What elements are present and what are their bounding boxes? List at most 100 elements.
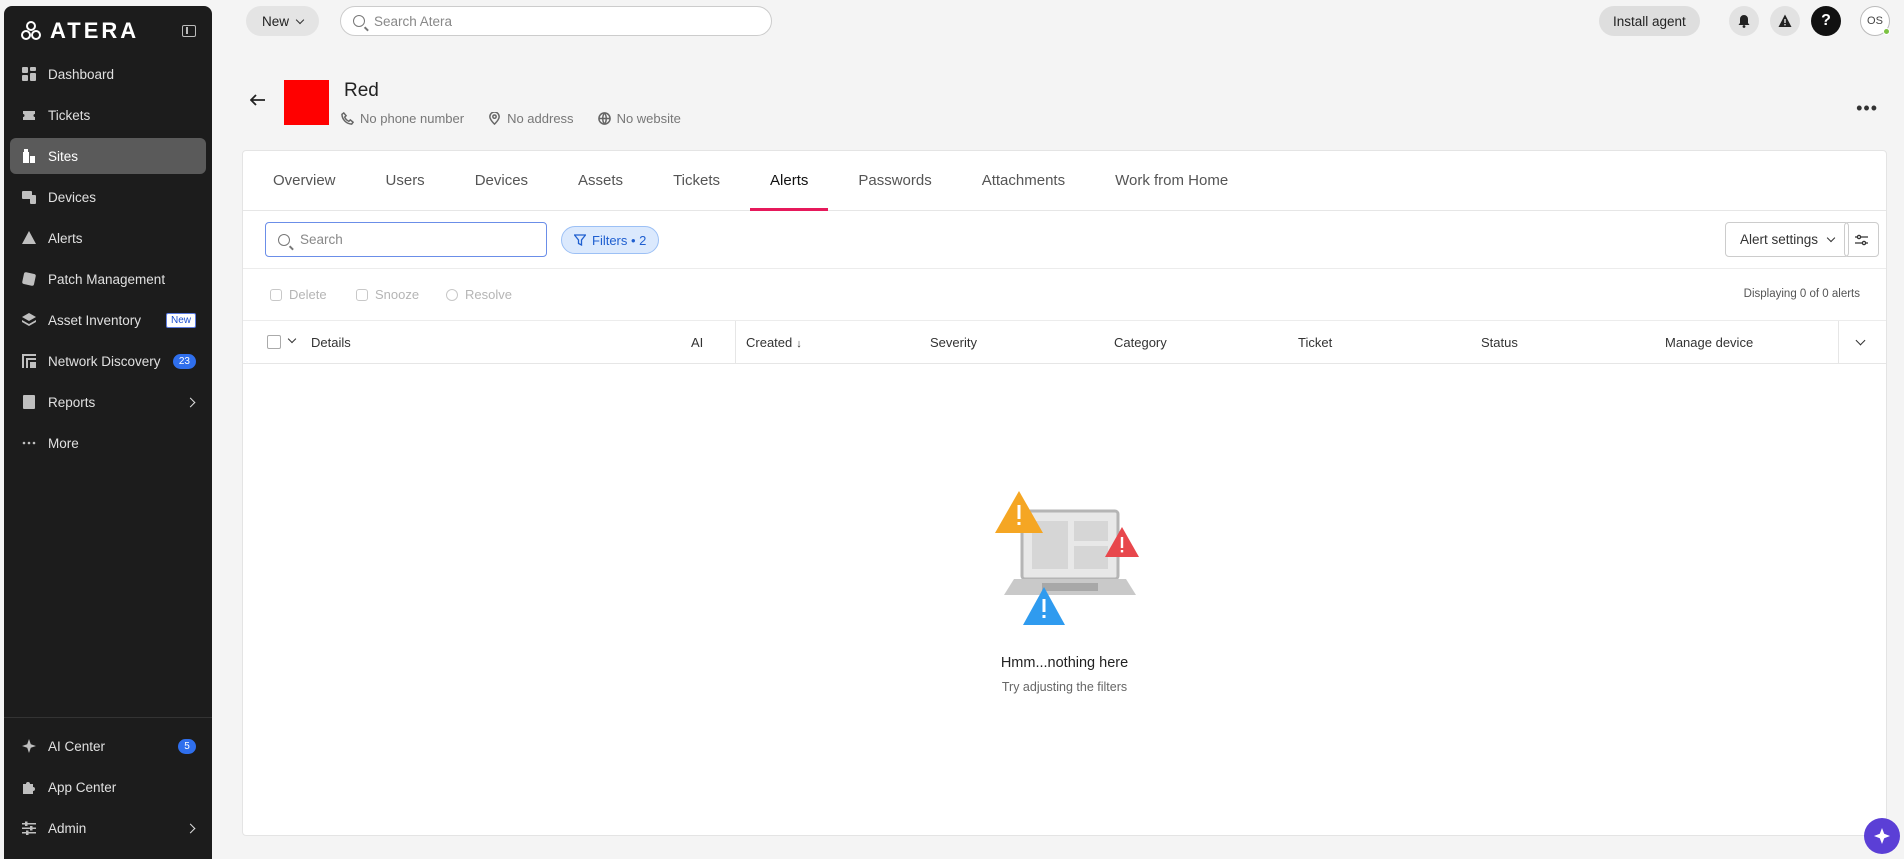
install-agent-button[interactable]: Install agent (1599, 6, 1700, 36)
count-badge: 5 (178, 738, 196, 754)
devices-icon (22, 190, 36, 204)
sidebar-item-sites[interactable]: Sites (10, 138, 206, 174)
bulk-actions-bar: Delete Snooze Resolve Displaying 0 of 0 … (243, 269, 1886, 321)
sidebar-item-patch-management[interactable]: Patch Management (10, 261, 206, 297)
sidebar-item-dashboard[interactable]: Dashboard (10, 56, 206, 92)
tab-attachments[interactable]: Attachments (962, 151, 1085, 210)
column-divider (1838, 321, 1839, 364)
sidebar-item-label: Dashboard (48, 66, 115, 82)
chevron-right-icon (185, 823, 196, 833)
phone-icon (341, 112, 354, 125)
alert-settings-label: Alert settings (1740, 232, 1819, 247)
tab-users[interactable]: Users (366, 151, 445, 210)
site-meta: No phone number No address No website (341, 111, 681, 126)
sidebar-item-admin[interactable]: Admin (10, 810, 206, 846)
tab-tickets[interactable]: Tickets (653, 151, 740, 210)
sidebar-item-ai-center[interactable]: AI Center 5 (10, 728, 206, 764)
column-details[interactable]: Details (311, 335, 351, 350)
column-created[interactable]: Created ↓ (746, 335, 802, 350)
sidebar-item-asset-inventory[interactable]: Asset Inventory New (10, 302, 206, 338)
globe-icon (597, 112, 611, 125)
select-all-checkbox[interactable] (267, 335, 281, 349)
tab-passwords[interactable]: Passwords (838, 151, 951, 210)
chevron-down-icon[interactable] (287, 334, 297, 344)
alert-settings-dropdown[interactable]: Alert settings (1725, 222, 1850, 257)
tab-devices[interactable]: Devices (455, 151, 548, 210)
sidebar-item-label: Tickets (48, 107, 91, 123)
tab-overview[interactable]: Overview (253, 151, 356, 210)
alert-icon (22, 231, 36, 245)
sidebar-item-tickets[interactable]: Tickets (10, 97, 206, 133)
empty-alerts-illustration (995, 491, 1139, 625)
atera-logo[interactable]: ATERA (20, 18, 139, 44)
column-ai[interactable]: AI (691, 335, 703, 350)
sort-desc-icon: ↓ (796, 338, 802, 350)
back-arrow-icon[interactable] (250, 94, 266, 106)
user-avatar[interactable]: OS (1860, 6, 1890, 36)
sidebar-item-label: AI Center (48, 738, 106, 754)
main-content: Red No phone number No address No websit… (220, 54, 1904, 859)
sidebar-item-label: App Center (48, 779, 117, 795)
sidebar-item-label: Alerts (48, 230, 83, 246)
warning-icon (1778, 14, 1792, 27)
site-phone: No phone number (341, 111, 464, 126)
snooze-action[interactable]: Snooze (356, 287, 419, 302)
ai-copilot-button[interactable] (1864, 818, 1900, 854)
help-button[interactable]: ? (1811, 6, 1841, 36)
sidebar-item-label: Reports (48, 394, 96, 410)
global-search-input[interactable]: Search Atera (340, 6, 772, 36)
filters-button[interactable]: Filters • 2 (561, 226, 660, 254)
sidebar-item-label: More (48, 435, 79, 451)
filter-icon (574, 234, 586, 246)
more-icon (22, 436, 36, 450)
system-alerts-button[interactable] (1770, 6, 1800, 36)
site-panel: Overview Users Devices Assets Tickets Al… (242, 150, 1887, 836)
sidebar-item-devices[interactable]: Devices (10, 179, 206, 215)
sidebar-item-reports[interactable]: Reports (10, 384, 206, 420)
chevron-down-icon (295, 15, 305, 24)
new-button[interactable]: New (246, 6, 320, 36)
column-manage-device[interactable]: Manage device (1665, 335, 1753, 350)
sidebar-item-network-discovery[interactable]: Network Discovery 23 (10, 343, 206, 379)
sidebar-item-label: Sites (48, 148, 79, 164)
display-count: Displaying 0 of 0 alerts (1743, 288, 1860, 300)
resolve-action[interactable]: Resolve (446, 287, 512, 302)
search-icon (278, 233, 290, 246)
column-category[interactable]: Category (1114, 335, 1167, 350)
reports-icon (22, 395, 36, 409)
sidebar: ATERA Dashboard Tickets Sites Devices Al… (4, 6, 212, 859)
sidebar-collapse-icon[interactable] (182, 25, 196, 37)
help-label: ? (1821, 12, 1831, 29)
sparkle-icon (22, 739, 36, 753)
trash-icon (270, 288, 282, 301)
sidebar-item-more[interactable]: More (10, 425, 206, 461)
sparkle-icon (1874, 828, 1890, 844)
install-agent-label: Install agent (1613, 13, 1686, 29)
tab-alerts[interactable]: Alerts (750, 151, 829, 211)
tab-work-from-home[interactable]: Work from Home (1095, 151, 1248, 210)
more-options-icon[interactable]: ••• (1856, 98, 1878, 119)
notifications-button[interactable] (1729, 6, 1759, 36)
new-badge: New (165, 312, 196, 328)
site-tabs: Overview Users Devices Assets Tickets Al… (243, 151, 1886, 211)
online-status-dot (1883, 28, 1890, 35)
avatar-initials: OS (1867, 15, 1883, 27)
column-status[interactable]: Status (1481, 335, 1518, 350)
dashboard-icon (22, 67, 36, 81)
chevron-down-icon[interactable] (1855, 335, 1866, 346)
column-ticket[interactable]: Ticket (1298, 335, 1332, 350)
bell-icon (1738, 15, 1750, 28)
filters-label: Filters • 2 (592, 232, 647, 248)
alerts-search-input[interactable]: Search (265, 222, 547, 257)
site-address: No address (488, 111, 574, 126)
delete-action[interactable]: Delete (270, 287, 327, 302)
global-search-placeholder: Search Atera (374, 13, 453, 29)
new-button-label: New (262, 13, 290, 29)
sidebar-item-alerts[interactable]: Alerts (10, 220, 206, 256)
sidebar-bottom: AI Center 5 App Center Admin (4, 717, 212, 859)
column-severity[interactable]: Severity (930, 335, 977, 350)
column-settings-button[interactable] (1844, 222, 1879, 257)
check-circle-icon (446, 288, 458, 301)
sidebar-item-app-center[interactable]: App Center (10, 769, 206, 805)
tab-assets[interactable]: Assets (558, 151, 643, 210)
